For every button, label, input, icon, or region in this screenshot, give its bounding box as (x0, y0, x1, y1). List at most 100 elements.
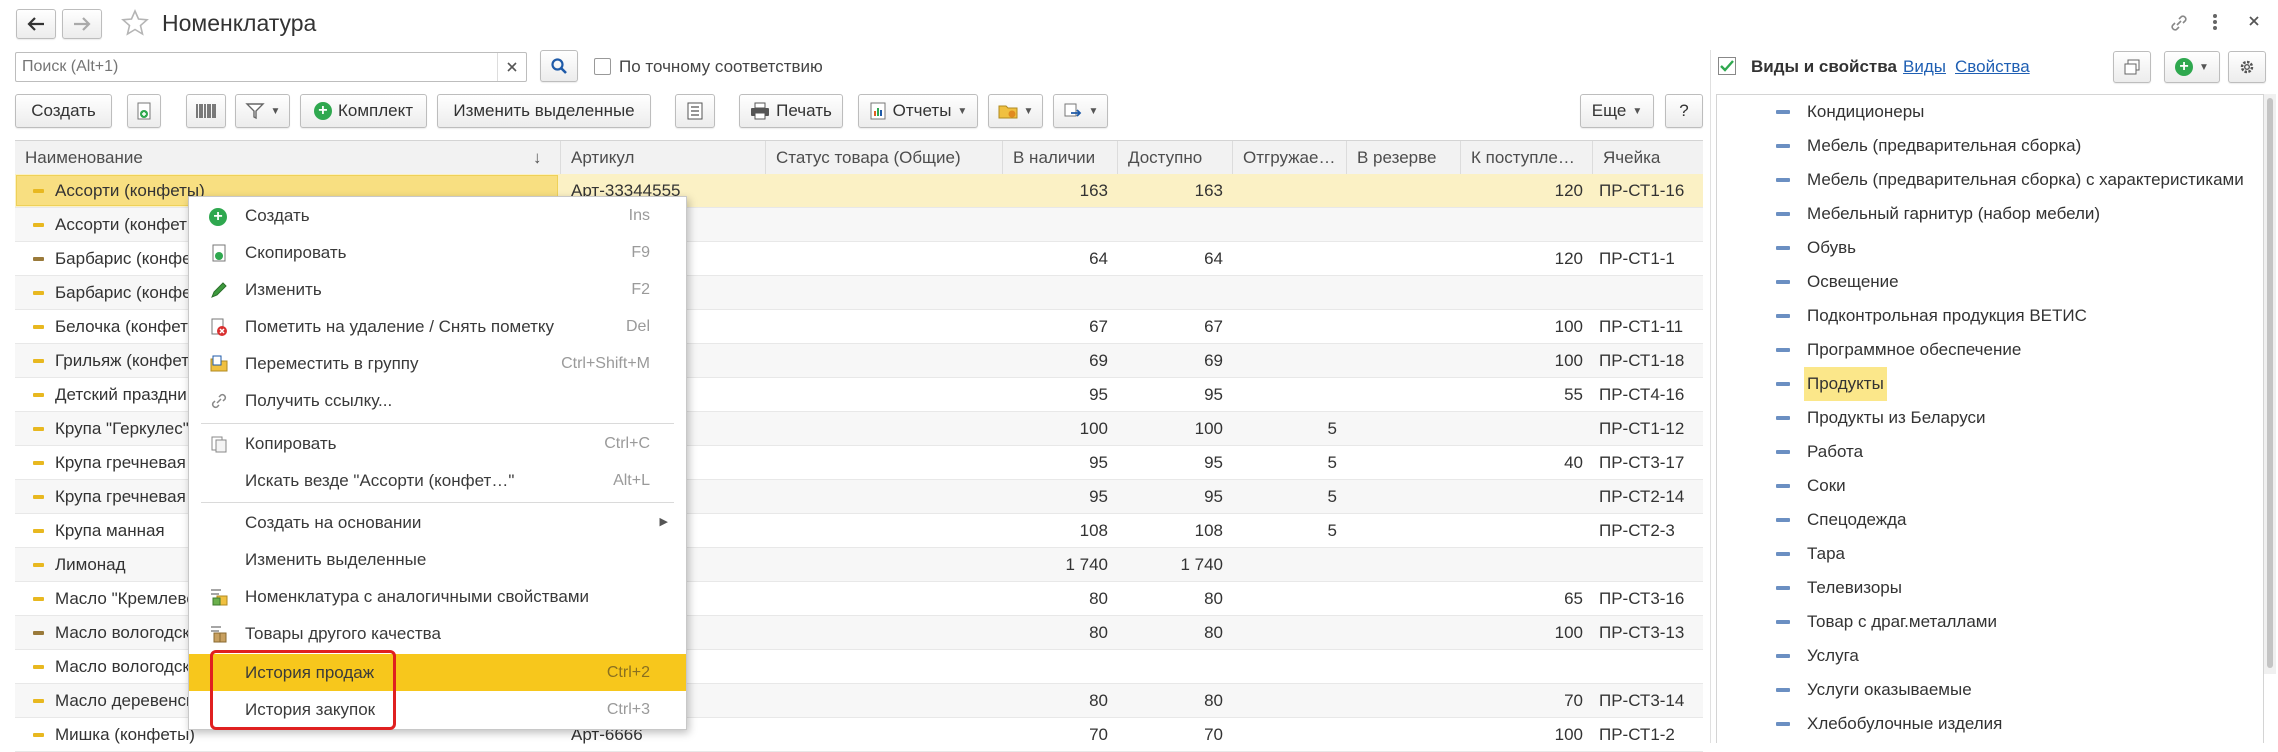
menu-item-edit[interactable]: Изменить F2 (189, 271, 686, 308)
more-button[interactable]: Еще ▼ (1580, 94, 1654, 128)
kind-list-item-label: Услуги оказываемые (1807, 680, 1972, 699)
search-input[interactable] (16, 53, 508, 81)
kind-list-item[interactable]: Мебельный гарнитур (набор мебели) (1720, 197, 2260, 231)
edit-selected-button[interactable]: Изменить выделенные (437, 94, 651, 128)
link-icon[interactable] (2168, 12, 2190, 34)
clear-search-button[interactable] (497, 53, 526, 81)
menu-item-label: Переместить в группу (245, 354, 419, 373)
cell-incoming (1461, 480, 1583, 514)
windows-icon (2124, 59, 2140, 75)
menu-item-other-quality[interactable]: Товары другого качества (189, 615, 686, 652)
column-header-status[interactable]: Статус товара (Общие) (766, 141, 1003, 175)
cell-stock: 95 (1089, 487, 1108, 506)
menu-item-mark-deletion[interactable]: Пометить на удаление / Снять пометку Del (189, 308, 686, 345)
exact-match-checkbox[interactable] (594, 58, 611, 75)
cell-status (776, 650, 996, 684)
kind-list-item[interactable]: Подконтрольная продукция ВЕТИС (1720, 299, 2260, 333)
link-icon (209, 391, 229, 411)
page-title: Номенклатура (162, 10, 317, 36)
copy-button[interactable] (127, 94, 161, 128)
menu-item-shortcut: Alt+L (613, 472, 650, 489)
close-icon[interactable] (2246, 13, 2262, 29)
column-header-article[interactable]: Артикул (561, 141, 766, 175)
create-button[interactable]: Создать (15, 94, 112, 128)
menu-item-search-everywhere[interactable]: Искать везде "Ассорти (конфет…" Alt+L (189, 462, 686, 499)
column-header-incoming[interactable]: К поступле… (1461, 141, 1593, 175)
submenu-arrow-icon: ▶ (659, 516, 668, 528)
cell-available (1118, 208, 1223, 242)
kind-list-item[interactable]: Мебель (предварительная сборка) с характ… (1720, 163, 2260, 197)
cell-incoming: 100 (1554, 725, 1583, 744)
group-marker-icon (1776, 178, 1790, 182)
window-copy-button[interactable] (2113, 51, 2151, 83)
cell-shipped (1233, 276, 1337, 310)
kind-list-item-label: Товар с драг.металлами (1807, 612, 1997, 631)
cell-cell (1599, 276, 1703, 310)
reports-button[interactable]: Отчеты ▼ (858, 94, 978, 128)
search-button[interactable] (540, 50, 578, 82)
cell-incoming: 120 (1554, 249, 1583, 268)
cell-cell: ПР-СТ2-14 (1599, 487, 1685, 506)
kind-list-item[interactable]: Продукты из Беларуси (1720, 401, 2260, 435)
filter-button[interactable]: ▼ (235, 94, 290, 128)
menu-item-move-to-group[interactable]: Переместить в группу Ctrl+Shift+M (189, 345, 686, 382)
menu-item-copy-clipboard[interactable]: Копировать Ctrl+C (189, 425, 686, 462)
cell-incoming: 100 (1554, 317, 1583, 336)
kind-list-item[interactable]: Телевизоры (1720, 571, 2260, 605)
copy-doc-icon (137, 102, 151, 120)
help-button[interactable]: ? (1665, 94, 1703, 128)
menu-item-edit-selected[interactable]: Изменить выделенные (189, 541, 686, 578)
kind-list-item[interactable]: Продукты (1720, 367, 2260, 401)
column-header-stock[interactable]: В наличии (1003, 141, 1118, 175)
kind-list-item-label: Тара (1807, 544, 1845, 563)
list-settings-button[interactable] (675, 94, 715, 128)
scrollbar-thumb[interactable] (2267, 98, 2273, 668)
kit-button[interactable]: + Комплект (300, 94, 427, 128)
kinds-link[interactable]: Виды (1903, 56, 1946, 78)
column-header-shipped[interactable]: Отгружае… (1233, 141, 1347, 175)
print-button[interactable]: Печать (739, 94, 843, 128)
menu-item-copy-record[interactable]: Скопировать F9 (189, 234, 686, 271)
kind-list-item[interactable]: Товар с драг.металлами (1720, 605, 2260, 639)
kind-list-item[interactable]: Обувь (1720, 231, 2260, 265)
kind-list-item[interactable]: Хлебобулочные изделия (1720, 707, 2260, 741)
kind-list-item[interactable]: Программное обеспечение (1720, 333, 2260, 367)
kind-list-item[interactable]: Соки (1720, 469, 2260, 503)
column-header-available[interactable]: Доступно (1118, 141, 1233, 175)
back-button[interactable] (16, 9, 56, 39)
add-kind-button[interactable]: + ▼ (2164, 51, 2220, 83)
kind-list-item[interactable]: Тара (1720, 537, 2260, 571)
kind-list-item[interactable]: Освещение (1720, 265, 2260, 299)
scrollbar[interactable] (2264, 94, 2276, 674)
attachments-button[interactable]: ▼ (988, 94, 1043, 128)
kind-list-item[interactable]: Спецодежда (1720, 503, 2260, 537)
kind-list-item[interactable]: Кондиционеры (1720, 95, 2260, 129)
cell-incoming (1461, 276, 1583, 310)
chevron-down-icon: ▼ (957, 105, 968, 117)
kind-list-item[interactable]: Услуга (1720, 639, 2260, 673)
column-header-cell[interactable]: Ячейка (1593, 141, 1703, 175)
properties-link[interactable]: Свойства (1955, 56, 2030, 78)
column-header-reserved[interactable]: В резерве (1347, 141, 1461, 175)
column-header-label: В наличии (1013, 148, 1096, 167)
forward-button[interactable] (62, 9, 102, 39)
group-marker-icon (1776, 688, 1790, 692)
menu-item-create-based-on[interactable]: Создать на основании ▶ (189, 504, 686, 541)
menu-item-get-link[interactable]: Получить ссылку... (189, 382, 686, 419)
column-header-name[interactable]: Наименование (15, 141, 561, 175)
kind-list-item[interactable]: Услуги оказываемые (1720, 673, 2260, 707)
barcode-button[interactable] (186, 94, 226, 128)
similar-properties-icon (209, 587, 229, 607)
settings-button[interactable] (2228, 51, 2266, 83)
menu-item-create[interactable]: + Создать Ins (189, 197, 686, 234)
cell-reserved (1347, 514, 1451, 548)
more-vertical-icon[interactable] (2208, 10, 2222, 34)
kind-list-item[interactable]: Работа (1720, 435, 2260, 469)
kind-list-item[interactable]: Мебель (предварительная сборка) (1720, 129, 2260, 163)
exchange-button[interactable]: ▼ (1053, 94, 1108, 128)
report-icon (870, 102, 886, 120)
menu-item-similar-properties[interactable]: Номенклатура с аналогичными свойствами (189, 578, 686, 615)
kinds-properties-checkbox[interactable] (1718, 57, 1736, 75)
cell-incoming: 100 (1554, 623, 1583, 642)
favorite-star-icon[interactable] (120, 8, 150, 38)
